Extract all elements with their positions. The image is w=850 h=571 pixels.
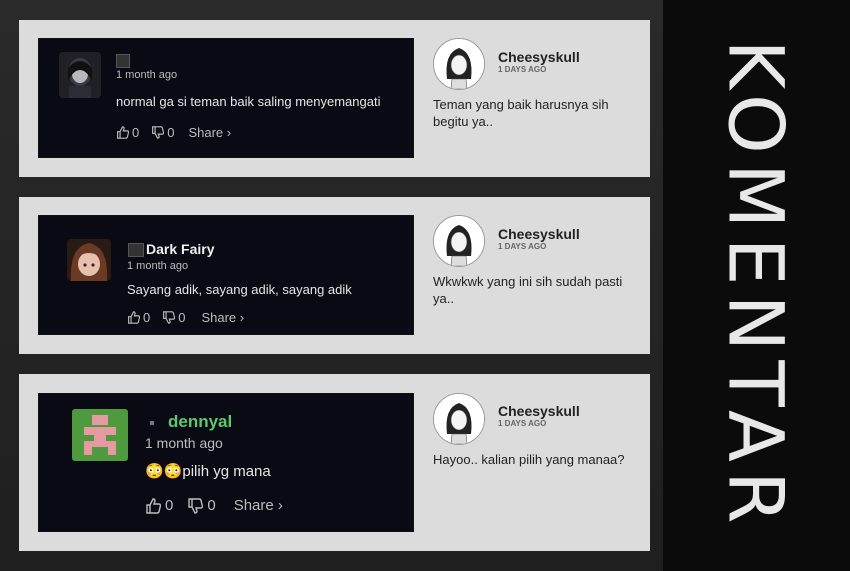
avatar[interactable] — [72, 409, 128, 461]
reply-avatar[interactable] — [433, 38, 485, 90]
thumbs-up-icon — [146, 497, 161, 514]
thumbs-down-icon — [188, 497, 204, 514]
reply-author[interactable]: Cheesyskull — [498, 226, 580, 242]
dislike-count: 0 — [178, 310, 186, 325]
thumbs-down-icon — [152, 126, 165, 139]
reply-text: Hayoo.. kalian pilih yang manaa? — [433, 452, 625, 467]
comment-actions: 0 0 Share › — [116, 125, 231, 140]
reply-avatar[interactable] — [433, 215, 485, 267]
thumbs-up-icon — [117, 126, 129, 139]
dislike-button[interactable]: 0 — [187, 497, 216, 514]
like-button[interactable]: 0 — [127, 310, 150, 325]
like-button[interactable]: 0 — [145, 497, 173, 514]
badge-icon — [128, 243, 144, 257]
comment-time: 1 month ago — [116, 69, 178, 81]
share-button[interactable]: Share › — [234, 497, 283, 514]
comment-card: Dark Fairy 1 month ago Sayang adik, saya… — [39, 216, 413, 334]
comment-card: 1 month ago normal ga si teman baik sali… — [39, 39, 413, 157]
reply-text: Wkwkwk yang ini sih sudah pasti ya.. — [433, 274, 623, 306]
comment-username[interactable]: Dark Fairy — [146, 241, 214, 257]
dislike-button[interactable]: 0 — [162, 310, 185, 325]
reply-time: 1 DAYS AGO — [498, 242, 547, 251]
avatar[interactable] — [67, 239, 111, 281]
comment-time: 1 month ago — [145, 435, 223, 451]
thumbs-down-icon — [163, 311, 176, 324]
share-button[interactable]: Share › — [201, 310, 244, 325]
like-count: 0 — [143, 310, 151, 325]
like-button[interactable]: 0 — [116, 125, 139, 140]
avatar[interactable] — [59, 52, 101, 98]
like-count: 0 — [132, 125, 140, 140]
reply-text: Teman yang baik harusnya sih begitu ya.. — [433, 97, 609, 129]
reply-avatar[interactable] — [433, 393, 485, 445]
share-button[interactable]: Share › — [188, 125, 231, 140]
like-count: 0 — [165, 497, 174, 514]
comment-panel: Dark Fairy 1 month ago Sayang adik, saya… — [19, 197, 650, 354]
comment-panel: dennyal 1 month ago 😳😳pilih yg mana 0 0 … — [19, 374, 650, 551]
reply-author[interactable]: Cheesyskull — [498, 49, 580, 65]
thumbs-up-icon — [128, 311, 140, 324]
dislike-count: 0 — [207, 497, 216, 514]
comment-card: dennyal 1 month ago 😳😳pilih yg mana 0 0 … — [39, 394, 413, 531]
reply-author[interactable]: Cheesyskull — [498, 403, 580, 419]
comment-actions: 0 0 Share › — [127, 310, 244, 325]
badge-icon — [150, 421, 154, 425]
reply-time: 1 DAYS AGO — [498, 65, 547, 74]
comment-time: 1 month ago — [127, 260, 189, 272]
badge-icon — [116, 54, 130, 68]
reply-time: 1 DAYS AGO — [498, 419, 547, 428]
dislike-button[interactable]: 0 — [151, 125, 174, 140]
sidebar-title: KOMENTAR — [711, 39, 801, 533]
comment-text: normal ga si teman baik saling menyemang… — [116, 94, 381, 109]
comment-actions: 0 0 Share › — [145, 497, 283, 514]
comment-text: 😳😳pilih yg mana — [145, 463, 271, 480]
comment-text: Sayang adik, sayang adik, sayang adik — [127, 282, 352, 297]
comment-panel: 1 month ago normal ga si teman baik sali… — [19, 20, 650, 177]
comment-username[interactable]: dennyal — [168, 412, 232, 432]
dislike-count: 0 — [167, 125, 175, 140]
